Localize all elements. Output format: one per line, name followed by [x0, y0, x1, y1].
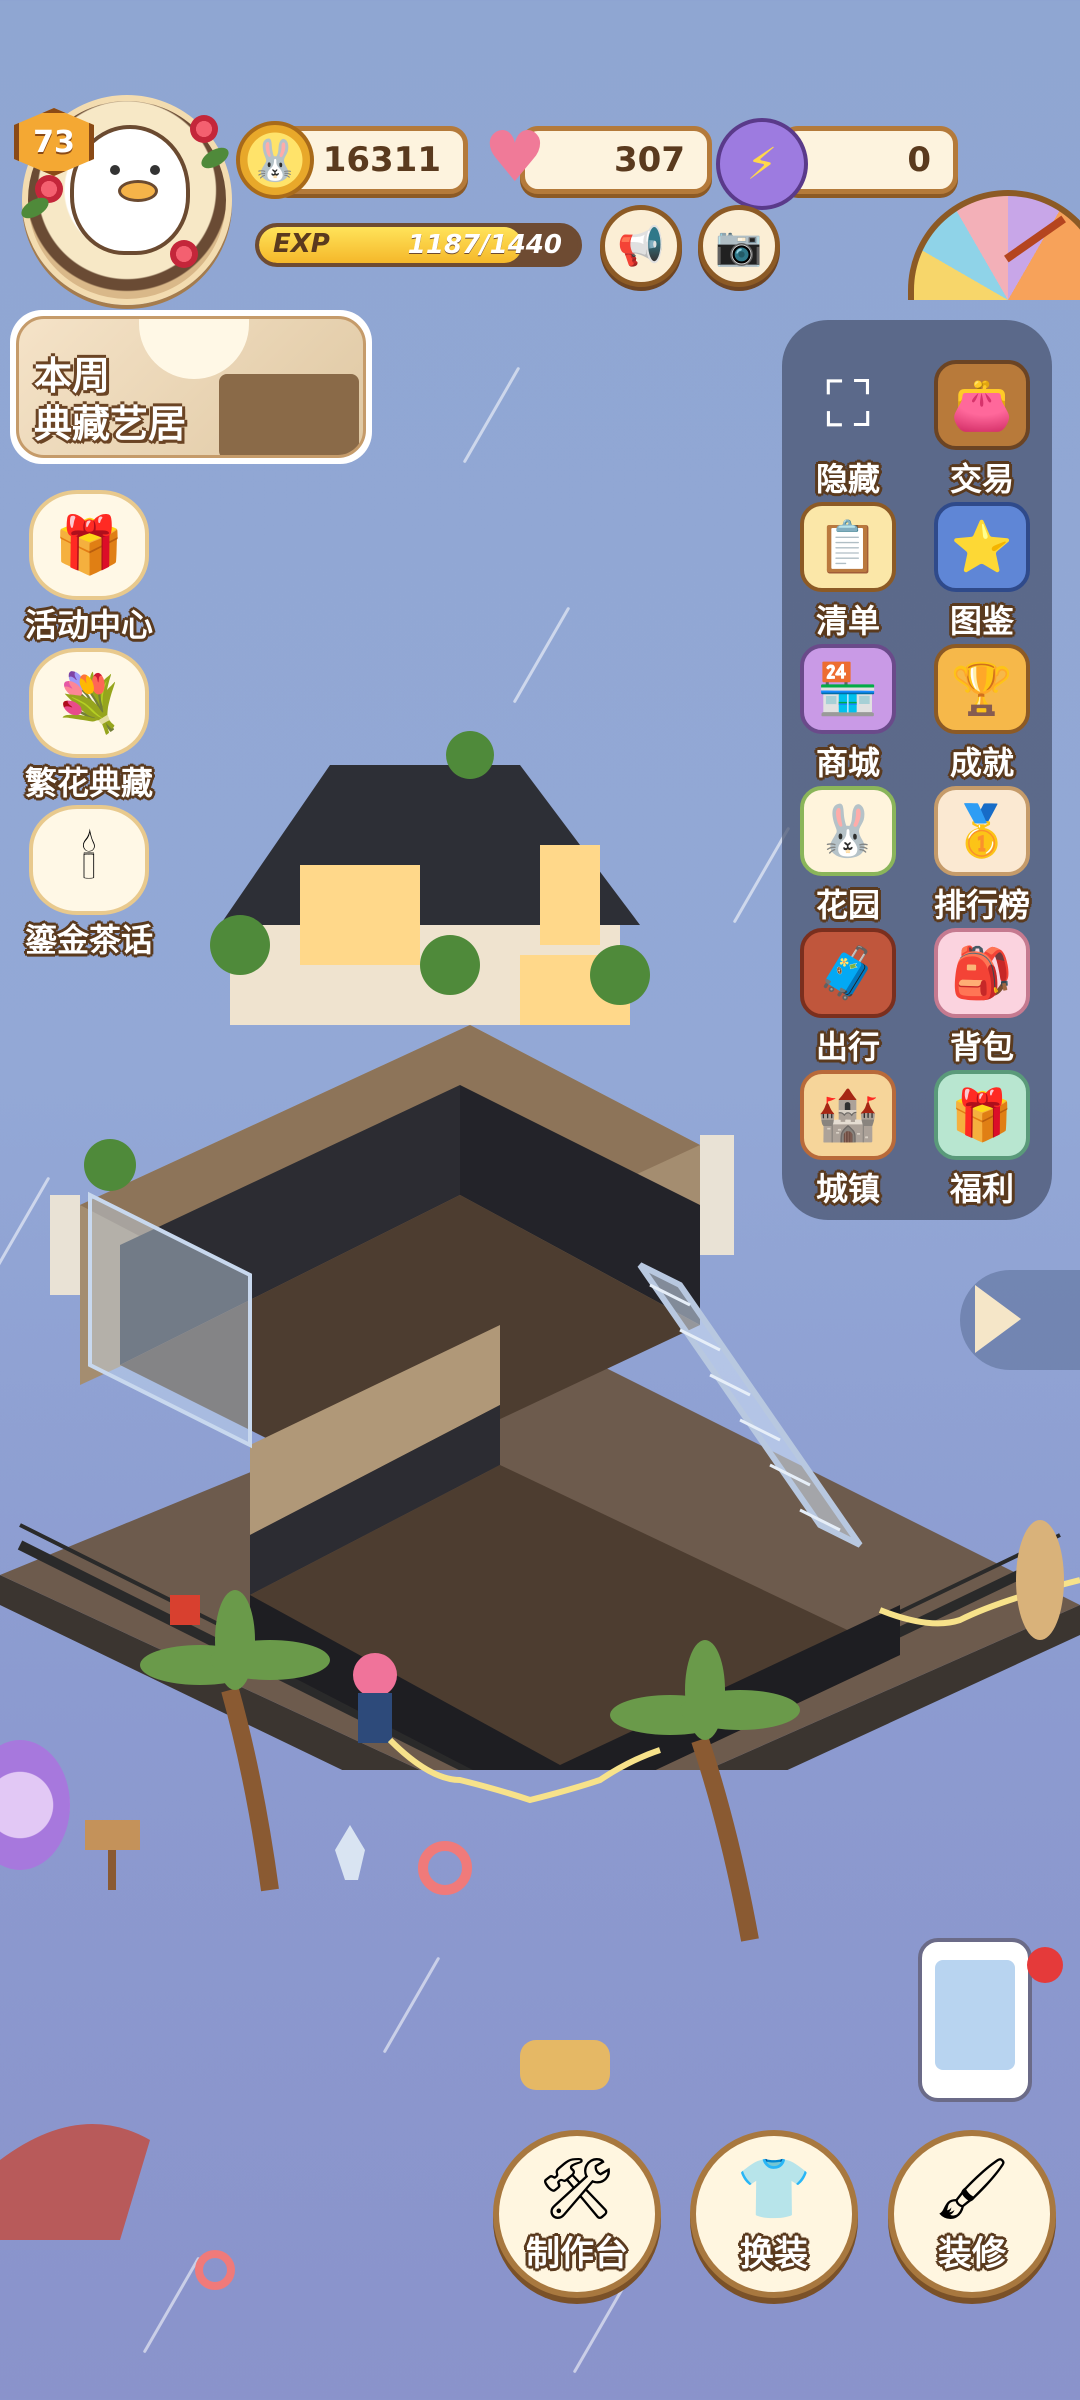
- trophy-star-icon: 🏆: [934, 644, 1030, 734]
- suitcase-icon: 🧳: [800, 928, 896, 1018]
- weekly-collection-card[interactable]: 本周 典藏艺居: [10, 310, 372, 464]
- bag-icon: 🎒: [934, 928, 1030, 1018]
- menu-travel-label: 出行: [815, 1028, 880, 1066]
- menu-checklist-label: 清单: [815, 602, 880, 640]
- menu-welfare-label: 福利: [949, 1170, 1014, 1208]
- phone-notification-button[interactable]: [900, 1880, 1060, 2100]
- menu-catalog-label: 图鉴: [949, 602, 1014, 640]
- menu-welfare[interactable]: 🎁 福利: [922, 1070, 1042, 1210]
- castle-icon: 🏰: [800, 1070, 896, 1160]
- chandelier-icon: 🕯: [29, 805, 149, 915]
- menu-trade-label: 交易: [949, 460, 1014, 498]
- megaphone-icon: 📢: [617, 223, 665, 268]
- coin-value: 16311: [322, 140, 441, 180]
- avatar-eye: [110, 165, 120, 175]
- outfit-label: 换装: [740, 2233, 808, 2274]
- purple-glove-icon: ⚡: [716, 118, 808, 210]
- level-value: 73: [33, 124, 75, 160]
- weekly-card-title: 本周 典藏艺居: [34, 352, 186, 448]
- menu-travel[interactable]: 🧳 出行: [788, 928, 908, 1068]
- menu-backpack[interactable]: 🎒 背包: [922, 928, 1042, 1068]
- rain-streak: [462, 366, 521, 464]
- exp-bar: EXP 1187/1440: [255, 223, 582, 267]
- camera-icon: 📷: [715, 223, 763, 268]
- gilded-tea-label: 鎏金茶话: [24, 921, 153, 959]
- cabinet-art: [219, 374, 359, 455]
- menu-achievement[interactable]: 🏆 成就: [922, 644, 1042, 784]
- menu-backpack-label: 背包: [949, 1028, 1014, 1066]
- heart-gem-icon: ♥: [483, 116, 547, 198]
- checklist-icon: 📋: [800, 502, 896, 592]
- star-book-icon: ⭐: [934, 502, 1030, 592]
- flower-icon: 💐: [29, 648, 149, 758]
- weekly-line2: 典藏艺居: [34, 402, 187, 446]
- workbench-label: 制作台: [526, 2233, 628, 2274]
- menu-town[interactable]: 🏰 城镇: [788, 1070, 908, 1210]
- rabbit-coin-icon: 🐰: [236, 121, 314, 199]
- expand-corners-icon: ⛶: [825, 368, 871, 442]
- menu-leaderboard-label: 排行榜: [933, 886, 1030, 924]
- menu-hide-label: 隐藏: [815, 460, 880, 498]
- menu-achievement-label: 成就: [949, 744, 1014, 782]
- heart-value: 307: [614, 140, 685, 180]
- outfit-icon: 👕: [736, 2153, 812, 2224]
- rose-decoration: [190, 115, 218, 143]
- menu-leaderboard[interactable]: 🥇 排行榜: [922, 786, 1042, 926]
- flower-collection-button[interactable]: 💐 繁花典藏: [15, 648, 163, 804]
- menu-shop[interactable]: 🏪 商城: [788, 644, 908, 784]
- wallet-icon: 👛: [934, 360, 1030, 450]
- decorate-icon: 🖌: [933, 2153, 1011, 2224]
- rose-decoration: [170, 240, 198, 268]
- present-icon: 🎁: [934, 1070, 1030, 1160]
- menu-catalog[interactable]: ⭐ 图鉴: [922, 502, 1042, 642]
- decorate-label: 装修: [938, 2233, 1006, 2274]
- camera-button[interactable]: 📷: [698, 205, 780, 287]
- energy-value: 0: [907, 140, 931, 180]
- menu-checklist[interactable]: 📋 清单: [788, 502, 908, 642]
- workbench-button[interactable]: 🛠 制作台: [493, 2130, 661, 2298]
- flower-collection-label: 繁花典藏: [24, 764, 153, 802]
- decorate-button[interactable]: 🖌 装修: [888, 2130, 1056, 2298]
- exp-value: 1187/1440: [407, 230, 562, 260]
- weather-dial-button[interactable]: [908, 190, 1080, 300]
- gift-box-icon: 🎁: [29, 490, 149, 600]
- event-center-label: 活动中心: [24, 606, 153, 644]
- exp-label: EXP: [273, 229, 330, 259]
- menu-garden[interactable]: 🐰 花园: [788, 786, 908, 926]
- menu-garden-label: 花园: [815, 886, 880, 924]
- event-center-button[interactable]: 🎁 活动中心: [15, 490, 163, 646]
- menu-hide[interactable]: ⛶ 隐藏: [788, 360, 908, 500]
- workbench-icon: 🛠: [538, 2153, 616, 2224]
- avatar-eye: [150, 165, 160, 175]
- megaphone-button[interactable]: 📢: [600, 205, 682, 287]
- menu-trade[interactable]: 👛 交易: [922, 360, 1042, 500]
- weekly-line1: 本周: [34, 354, 111, 398]
- garden-icon: 🐰: [800, 786, 896, 876]
- menu-shop-label: 商城: [815, 744, 880, 782]
- avatar-beak: [118, 180, 158, 202]
- gilded-tea-button[interactable]: 🕯 鎏金茶话: [15, 805, 163, 961]
- outfit-button[interactable]: 👕 换装: [690, 2130, 858, 2298]
- chevron-right-icon: [975, 1285, 1021, 1353]
- shop-icon: 🏪: [800, 644, 896, 734]
- menu-town-label: 城镇: [815, 1170, 880, 1208]
- podium-icon: 🥇: [934, 786, 1030, 876]
